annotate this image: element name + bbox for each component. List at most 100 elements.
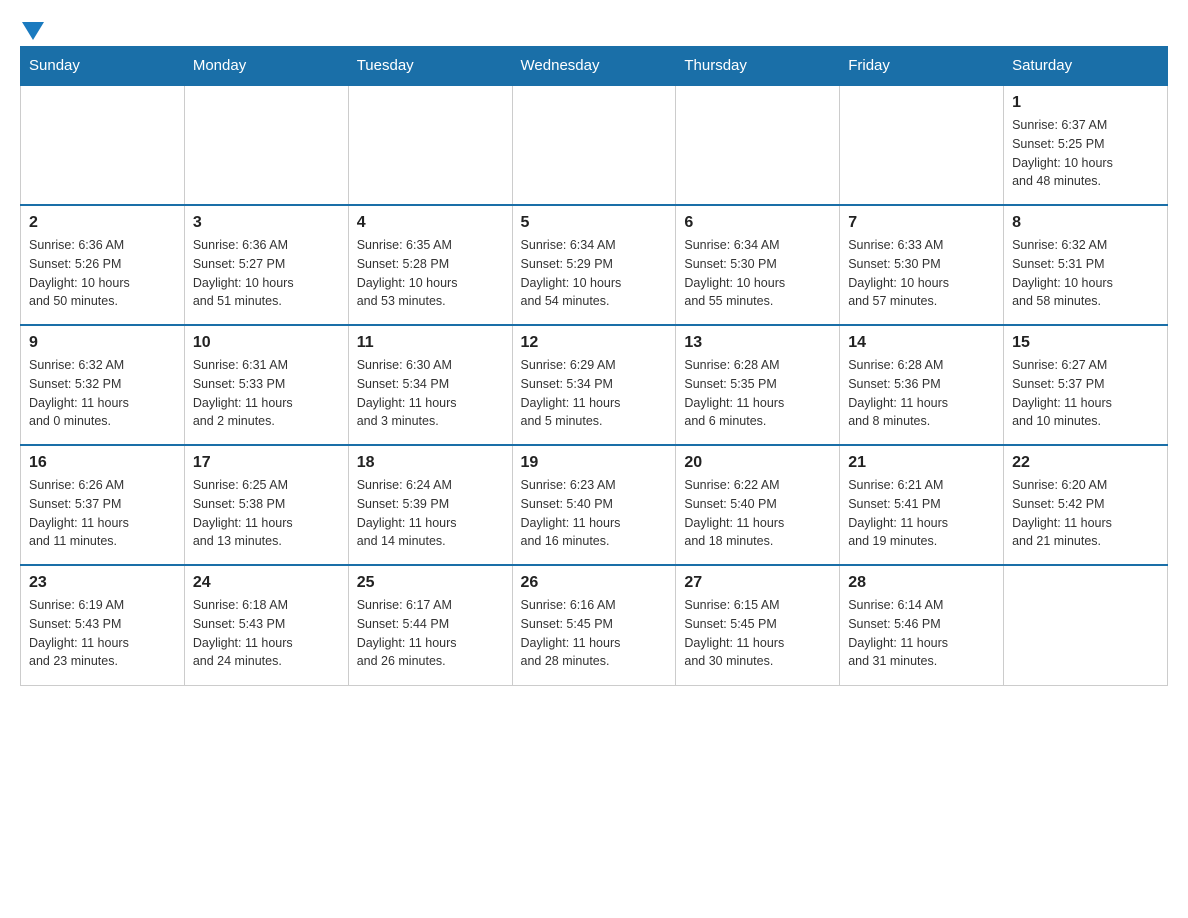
weekday-header-sunday: Sunday (21, 47, 185, 86)
day-info: Sunrise: 6:27 AMSunset: 5:37 PMDaylight:… (1012, 356, 1159, 431)
day-info: Sunrise: 6:18 AMSunset: 5:43 PMDaylight:… (193, 596, 340, 671)
day-info: Sunrise: 6:33 AMSunset: 5:30 PMDaylight:… (848, 236, 995, 311)
day-info: Sunrise: 6:22 AMSunset: 5:40 PMDaylight:… (684, 476, 831, 551)
calendar-cell: 2 Sunrise: 6:36 AMSunset: 5:26 PMDaylight… (21, 205, 185, 325)
calendar-cell: 8 Sunrise: 6:32 AMSunset: 5:31 PMDaylight… (1004, 205, 1168, 325)
day-number: 28 (848, 574, 995, 592)
week-row-1: 1Sunrise: 6:37 AMSunset: 5:25 PMDaylight… (21, 85, 1168, 205)
calendar-table: SundayMondayTuesdayWednesdayThursdayFrid… (20, 46, 1168, 686)
weekday-header-wednesday: Wednesday (512, 47, 676, 86)
week-row-2: 2 Sunrise: 6:36 AMSunset: 5:26 PMDaylight… (21, 205, 1168, 325)
calendar-cell: 13 Sunrise: 6:28 AMSunset: 5:35 PMDayligh… (676, 325, 840, 445)
calendar-cell: 20 Sunrise: 6:22 AMSunset: 5:40 PMDayligh… (676, 445, 840, 565)
day-info: Sunrise: 6:35 AMSunset: 5:28 PMDaylight:… (357, 236, 504, 311)
calendar-cell (676, 85, 840, 205)
day-number: 21 (848, 454, 995, 472)
calendar-cell: 12 Sunrise: 6:29 AMSunset: 5:34 PMDayligh… (512, 325, 676, 445)
calendar-cell: 26 Sunrise: 6:16 AMSunset: 5:45 PMDayligh… (512, 565, 676, 685)
day-info: Sunrise: 6:20 AMSunset: 5:42 PMDaylight:… (1012, 476, 1159, 551)
day-info: Sunrise: 6:36 AMSunset: 5:26 PMDaylight:… (29, 236, 176, 311)
day-number: 5 (521, 214, 668, 232)
day-info: Sunrise: 6:28 AMSunset: 5:35 PMDaylight:… (684, 356, 831, 431)
logo (20, 20, 44, 36)
day-number: 12 (521, 334, 668, 352)
calendar-cell: 11Sunrise: 6:30 AMSunset: 5:34 PMDayligh… (348, 325, 512, 445)
day-number: 2 (29, 214, 176, 232)
weekday-header-tuesday: Tuesday (348, 47, 512, 86)
day-number: 16 (29, 454, 176, 472)
logo-arrow-icon (22, 22, 44, 44)
logo-image (20, 20, 44, 44)
calendar-cell: 1Sunrise: 6:37 AMSunset: 5:25 PMDaylight… (1004, 85, 1168, 205)
calendar-cell (348, 85, 512, 205)
calendar-cell: 16 Sunrise: 6:26 AMSunset: 5:37 PMDayligh… (21, 445, 185, 565)
day-number: 17 (193, 454, 340, 472)
day-info: Sunrise: 6:24 AMSunset: 5:39 PMDaylight:… (357, 476, 504, 551)
day-info: Sunrise: 6:16 AMSunset: 5:45 PMDaylight:… (521, 596, 668, 671)
day-number: 13 (684, 334, 831, 352)
day-number: 11 (357, 334, 504, 352)
day-number: 18 (357, 454, 504, 472)
day-info: Sunrise: 6:34 AMSunset: 5:30 PMDaylight:… (684, 236, 831, 311)
calendar-cell: 19 Sunrise: 6:23 AMSunset: 5:40 PMDayligh… (512, 445, 676, 565)
calendar-cell: 3 Sunrise: 6:36 AMSunset: 5:27 PMDaylight… (184, 205, 348, 325)
day-number: 25 (357, 574, 504, 592)
calendar-cell: 24 Sunrise: 6:18 AMSunset: 5:43 PMDayligh… (184, 565, 348, 685)
day-info: Sunrise: 6:26 AMSunset: 5:37 PMDaylight:… (29, 476, 176, 551)
day-info: Sunrise: 6:32 AMSunset: 5:31 PMDaylight:… (1012, 236, 1159, 311)
calendar-cell: 22 Sunrise: 6:20 AMSunset: 5:42 PMDayligh… (1004, 445, 1168, 565)
day-number: 3 (193, 214, 340, 232)
week-row-3: 9 Sunrise: 6:32 AMSunset: 5:32 PMDaylight… (21, 325, 1168, 445)
day-number: 27 (684, 574, 831, 592)
calendar-cell: 15 Sunrise: 6:27 AMSunset: 5:37 PMDayligh… (1004, 325, 1168, 445)
day-number: 8 (1012, 214, 1159, 232)
day-info: Sunrise: 6:29 AMSunset: 5:34 PMDaylight:… (521, 356, 668, 431)
day-info: Sunrise: 6:36 AMSunset: 5:27 PMDaylight:… (193, 236, 340, 311)
day-number: 23 (29, 574, 176, 592)
weekday-header-thursday: Thursday (676, 47, 840, 86)
calendar-cell: 10 Sunrise: 6:31 AMSunset: 5:33 PMDayligh… (184, 325, 348, 445)
day-number: 24 (193, 574, 340, 592)
day-info: Sunrise: 6:28 AMSunset: 5:36 PMDaylight:… (848, 356, 995, 431)
day-info: Sunrise: 6:32 AMSunset: 5:32 PMDaylight:… (29, 356, 176, 431)
day-info: Sunrise: 6:14 AMSunset: 5:46 PMDaylight:… (848, 596, 995, 671)
calendar-cell (840, 85, 1004, 205)
calendar-cell: 14 Sunrise: 6:28 AMSunset: 5:36 PMDayligh… (840, 325, 1004, 445)
calendar-cell: 23Sunrise: 6:19 AMSunset: 5:43 PMDayligh… (21, 565, 185, 685)
calendar-cell: 17 Sunrise: 6:25 AMSunset: 5:38 PMDayligh… (184, 445, 348, 565)
day-number: 26 (521, 574, 668, 592)
day-number: 6 (684, 214, 831, 232)
calendar-cell (512, 85, 676, 205)
calendar-cell: 27 Sunrise: 6:15 AMSunset: 5:45 PMDayligh… (676, 565, 840, 685)
day-info: Sunrise: 6:25 AMSunset: 5:38 PMDaylight:… (193, 476, 340, 551)
day-number: 19 (521, 454, 668, 472)
calendar-cell: 28 Sunrise: 6:14 AMSunset: 5:46 PMDayligh… (840, 565, 1004, 685)
day-number: 22 (1012, 454, 1159, 472)
calendar-cell: 18 Sunrise: 6:24 AMSunset: 5:39 PMDayligh… (348, 445, 512, 565)
calendar-cell: 5Sunrise: 6:34 AMSunset: 5:29 PMDaylight… (512, 205, 676, 325)
day-info: Sunrise: 6:23 AMSunset: 5:40 PMDaylight:… (521, 476, 668, 551)
day-number: 4 (357, 214, 504, 232)
day-info: Sunrise: 6:15 AMSunset: 5:45 PMDaylight:… (684, 596, 831, 671)
week-row-4: 16 Sunrise: 6:26 AMSunset: 5:37 PMDayligh… (21, 445, 1168, 565)
calendar-cell: 21 Sunrise: 6:21 AMSunset: 5:41 PMDayligh… (840, 445, 1004, 565)
day-number: 14 (848, 334, 995, 352)
weekday-header-saturday: Saturday (1004, 47, 1168, 86)
day-number: 9 (29, 334, 176, 352)
day-info: Sunrise: 6:17 AMSunset: 5:44 PMDaylight:… (357, 596, 504, 671)
day-info: Sunrise: 6:21 AMSunset: 5:41 PMDaylight:… (848, 476, 995, 551)
day-number: 1 (1012, 94, 1159, 112)
weekday-header-monday: Monday (184, 47, 348, 86)
day-number: 20 (684, 454, 831, 472)
weekday-header-row: SundayMondayTuesdayWednesdayThursdayFrid… (21, 47, 1168, 86)
calendar-cell: 9 Sunrise: 6:32 AMSunset: 5:32 PMDaylight… (21, 325, 185, 445)
calendar-cell: 7Sunrise: 6:33 AMSunset: 5:30 PMDaylight… (840, 205, 1004, 325)
calendar-cell (184, 85, 348, 205)
day-number: 15 (1012, 334, 1159, 352)
calendar-cell (21, 85, 185, 205)
day-number: 10 (193, 334, 340, 352)
page-header (20, 20, 1168, 36)
day-info: Sunrise: 6:31 AMSunset: 5:33 PMDaylight:… (193, 356, 340, 431)
calendar-cell: 6 Sunrise: 6:34 AMSunset: 5:30 PMDaylight… (676, 205, 840, 325)
calendar-cell (1004, 565, 1168, 685)
